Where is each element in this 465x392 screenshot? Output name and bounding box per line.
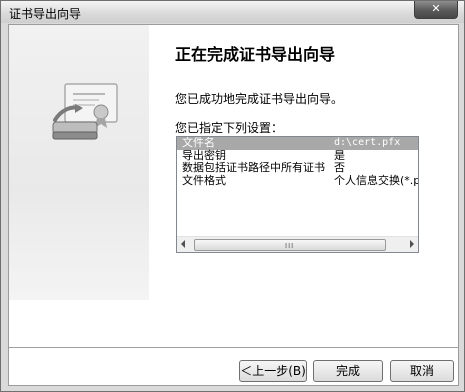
scroll-right-icon[interactable] bbox=[410, 240, 414, 248]
back-button[interactable]: ＜上一步(B) bbox=[239, 360, 307, 382]
cancel-button[interactable]: 取消 bbox=[390, 360, 454, 382]
setting-name: 文件名 bbox=[182, 136, 215, 149]
wizard-window: 证书导出向导 ✕ 正在完成证书导出向导 您已成功地完成证书导出向导。 您已指定下… bbox=[0, 0, 465, 392]
wizard-client-area: 正在完成证书导出向导 您已成功地完成证书导出向导。 您已指定下列设置： 文件名 … bbox=[8, 24, 459, 386]
close-button[interactable]: ✕ bbox=[414, 1, 458, 19]
scrollbar-thumb[interactable]: III bbox=[194, 239, 386, 251]
setting-value: 否 bbox=[334, 161, 345, 174]
setting-name: 数据包括证书路径中所有证书 bbox=[182, 161, 325, 174]
title-bar: 证书导出向导 ✕ bbox=[1, 1, 464, 23]
setting-value: d:\cert.pfx bbox=[334, 137, 401, 148]
scrollbar-grip: III bbox=[285, 242, 295, 250]
page-title: 正在完成证书导出向导 bbox=[175, 45, 336, 64]
close-icon: ✕ bbox=[431, 2, 441, 15]
wizard-side-panel bbox=[9, 25, 149, 300]
success-message: 您已成功地完成证书导出向导。 bbox=[175, 92, 344, 106]
horizontal-scrollbar[interactable]: III bbox=[177, 236, 418, 252]
scroll-left-icon[interactable] bbox=[181, 240, 185, 248]
setting-name: 文件格式 bbox=[182, 173, 226, 187]
finish-button[interactable]: 完成 bbox=[313, 360, 383, 382]
settings-row-file-format[interactable]: 文件格式 个人信息交换(*.p bbox=[177, 173, 419, 188]
settings-row-file-name[interactable]: 文件名 d:\cert.pfx bbox=[177, 137, 418, 150]
settings-row-include-chain[interactable]: 数据包括证书路径中所有证书 否 bbox=[177, 161, 418, 175]
settings-label: 您已指定下列设置： bbox=[175, 121, 284, 135]
settings-list[interactable]: 文件名 d:\cert.pfx 导出密钥 是 数据包括证书路径中所有证书 否 文… bbox=[176, 136, 419, 253]
setting-value: 个人信息交换(*.p bbox=[334, 173, 419, 187]
button-divider bbox=[9, 347, 458, 349]
certificate-export-icon bbox=[52, 83, 118, 140]
window-title: 证书导出向导 bbox=[9, 7, 82, 21]
settings-rows: 文件名 d:\cert.pfx 导出密钥 是 数据包括证书路径中所有证书 否 文… bbox=[177, 137, 418, 187]
